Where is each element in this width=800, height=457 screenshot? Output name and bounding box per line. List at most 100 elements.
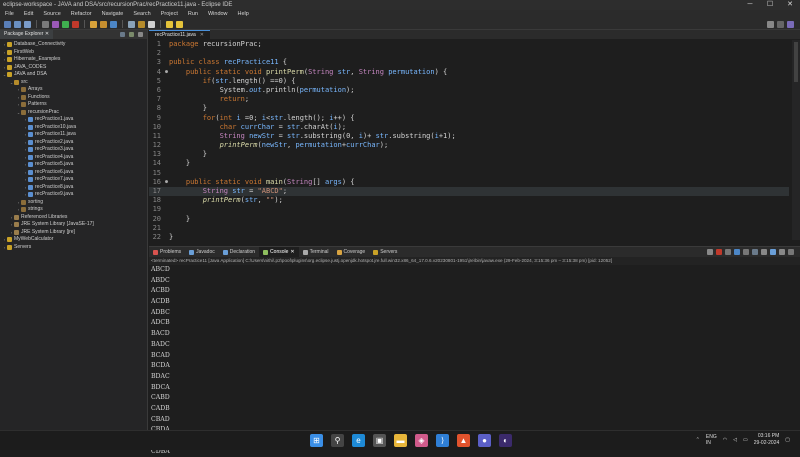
code-line[interactable]: 6 System.out.println(permutation);	[149, 86, 789, 95]
code-line[interactable]: 22}	[149, 233, 789, 242]
console-action-icon[interactable]	[716, 249, 722, 255]
new-java-project-icon[interactable]	[90, 20, 97, 28]
file-explorer-icon[interactable]: ▬	[394, 434, 407, 447]
console-output[interactable]: ABCD ABDC ACBD ACDB ADBC ADCB BACD BADC BCAD BCDA…	[149, 265, 800, 457]
close-icon[interactable]: ✕	[45, 31, 49, 37]
tree-item[interactable]: › recPractice2.java	[0, 139, 147, 147]
code-line[interactable]: 1 package recursionPrac;	[149, 40, 789, 49]
scrollbar-thumb[interactable]	[794, 42, 798, 82]
photos-icon[interactable]: ◈	[415, 434, 428, 447]
new-class-icon[interactable]	[110, 20, 117, 28]
tree-item[interactable]: › Servers	[0, 244, 147, 252]
tree-item[interactable]: › Arrays	[0, 86, 147, 94]
collapse-all-icon[interactable]	[120, 32, 125, 37]
tree-item[interactable]: ⌄ JAVA and DSA	[0, 71, 147, 79]
tree-item[interactable]: › recPractice10.java	[0, 124, 147, 132]
console-action-icon[interactable]	[707, 249, 713, 255]
console-action-icon[interactable]	[725, 249, 731, 255]
notification-icon[interactable]: ▢	[785, 437, 790, 443]
wifi-icon[interactable]: ◠	[723, 437, 727, 443]
tree-item[interactable]: › recPractice3.java	[0, 146, 147, 154]
menu-item-source[interactable]: Source	[38, 10, 65, 19]
coverage-run-icon[interactable]	[72, 20, 79, 28]
build-icon[interactable]	[42, 20, 49, 28]
code-line[interactable]: 13 }	[149, 150, 789, 159]
code-line[interactable]: 16 ● public static void main(String[] arg…	[149, 178, 789, 187]
tab-javadoc[interactable]: Javadoc	[185, 247, 219, 257]
tree-item[interactable]: › Patterns	[0, 101, 147, 109]
close-icon[interactable]: ✕	[290, 247, 294, 257]
fold-marker-icon[interactable]	[165, 49, 169, 58]
fold-marker-icon[interactable]	[165, 224, 169, 233]
vscode-icon[interactable]: ⟩	[436, 434, 449, 447]
tab-console[interactable]: Console ✕	[259, 247, 299, 257]
code-line[interactable]: 19	[149, 205, 789, 214]
code-line[interactable]: 8 }	[149, 104, 789, 113]
menu-item-refactor[interactable]: Refactor	[66, 10, 97, 19]
edge-icon[interactable]: e	[352, 434, 365, 447]
code-area[interactable]: 1 package recursionPrac; 2 3 public class re…	[149, 40, 789, 242]
run-icon[interactable]	[62, 20, 69, 28]
tree-item[interactable]: ⌄ recursionPrac	[0, 109, 147, 117]
code-line[interactable]: 17 String str = "ABCD";	[149, 187, 789, 197]
open-type-icon[interactable]	[128, 20, 135, 28]
teams-icon[interactable]: ●	[478, 434, 491, 447]
link-editor-icon[interactable]	[129, 32, 134, 37]
tree-item[interactable]: › strings	[0, 206, 147, 214]
console-action-icon[interactable]	[734, 249, 740, 255]
tree-item[interactable]: › JAVA_CODES	[0, 64, 147, 72]
store-icon[interactable]: ▣	[373, 434, 386, 447]
package-explorer-tab[interactable]: Package Explorer ✕	[0, 30, 54, 39]
console-action-icon[interactable]	[779, 249, 785, 255]
code-line[interactable]: 10 char currChar = str.charAt(i);	[149, 123, 789, 132]
perspective-icon[interactable]	[777, 20, 784, 28]
code-line[interactable]: 3 public class recPractice11 {	[149, 58, 789, 67]
forward-icon[interactable]	[176, 20, 183, 28]
annotation-icon[interactable]	[148, 20, 155, 28]
debug-icon[interactable]	[52, 20, 59, 28]
search-icon[interactable]: ⚲	[331, 434, 344, 447]
save-icon[interactable]	[14, 20, 21, 28]
console-action-icon[interactable]	[788, 249, 794, 255]
code-line[interactable]: 9 for(int i =0; i<str.length(); i++) {	[149, 114, 789, 123]
volume-icon[interactable]: ◁	[733, 437, 737, 443]
tree-item[interactable]: › recPractice1.java	[0, 116, 147, 124]
tab-problems[interactable]: Problems	[149, 247, 185, 257]
console-action-icon[interactable]	[770, 249, 776, 255]
back-icon[interactable]	[166, 20, 173, 28]
menu-item-project[interactable]: Project	[156, 10, 183, 19]
code-line[interactable]: 2	[149, 49, 789, 58]
tree-item[interactable]: › recPractice11.java	[0, 131, 147, 139]
new-icon[interactable]	[4, 20, 11, 28]
new-package-icon[interactable]	[100, 20, 107, 28]
windows-start-icon[interactable]: ⊞	[310, 434, 323, 447]
tree-item[interactable]: › recPractice8.java	[0, 184, 147, 192]
code-line[interactable]: 20 }	[149, 215, 789, 224]
console-action-icon[interactable]	[752, 249, 758, 255]
tree-item[interactable]: › JRE System Library [JavaSE-17]	[0, 221, 147, 229]
save-all-icon[interactable]	[24, 20, 31, 28]
fold-marker-icon[interactable]	[165, 205, 169, 214]
menu-item-search[interactable]: Search	[128, 10, 155, 19]
editor-tab-recpractice11[interactable]: recPractice11.java ✕	[149, 30, 210, 39]
tree-item[interactable]: › MyWebCalculator	[0, 236, 147, 244]
menu-item-window[interactable]: Window	[203, 10, 233, 19]
java-perspective-icon[interactable]	[787, 20, 794, 28]
search-icon[interactable]	[767, 20, 774, 28]
code-line[interactable]: 12 printPerm(newStr, permutation+currCha…	[149, 141, 789, 150]
menu-item-navigate[interactable]: Navigate	[97, 10, 129, 19]
maximize-button[interactable]: ☐	[760, 0, 780, 10]
clock[interactable]: 03:16 PM 29-02-2024	[754, 433, 780, 447]
code-line[interactable]: 5 if(str.length() ==0) {	[149, 77, 789, 86]
tree-item[interactable]: › Referenced Libraries	[0, 214, 147, 222]
tree-item[interactable]: › Hibernate_Examples	[0, 56, 147, 64]
code-line[interactable]: 7 return;	[149, 95, 789, 104]
editor-scrollbar[interactable]	[792, 40, 800, 240]
tree-item[interactable]: › recPractice5.java	[0, 161, 147, 169]
lang-indicator[interactable]: ENG IN	[706, 434, 717, 446]
brave-icon[interactable]: ▲	[457, 434, 470, 447]
tab-declaration[interactable]: Declaration	[219, 247, 259, 257]
tree-item[interactable]: ⌄ src	[0, 79, 147, 87]
code-line[interactable]: 4 ● public static void printPerm(String s…	[149, 68, 789, 77]
console-action-icon[interactable]	[761, 249, 767, 255]
